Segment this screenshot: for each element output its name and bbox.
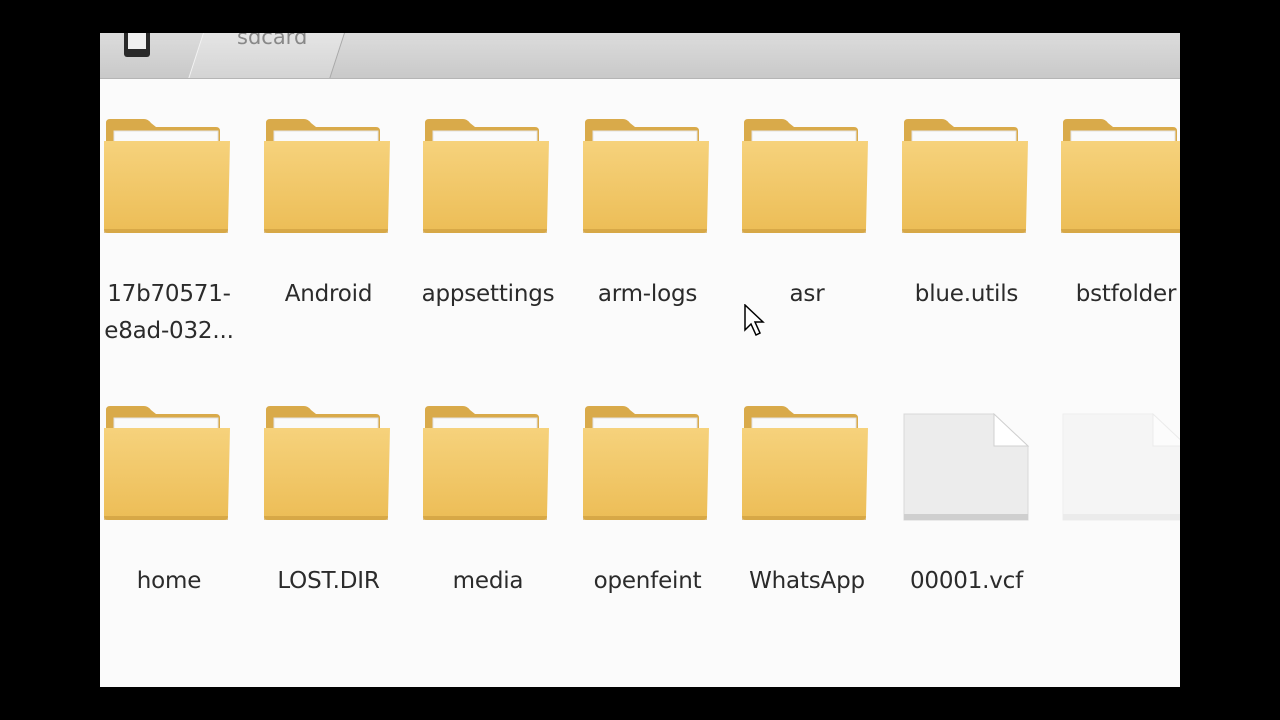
folder-icon	[263, 115, 394, 241]
folder-icon	[582, 115, 713, 241]
folder-icon	[742, 115, 872, 241]
breadcrumb-label: sdcard	[237, 33, 308, 49]
item-label: arm-logs	[597, 281, 698, 307]
item-label: WhatsApp	[749, 568, 865, 594]
item-label: bstfolder	[1075, 281, 1177, 307]
item-label: appsettings	[421, 281, 555, 307]
folder-item[interactable]: bstfolder	[1057, 113, 1180, 383]
folder-item[interactable]: media	[419, 400, 578, 670]
file-item[interactable]	[1057, 400, 1180, 670]
folder-item[interactable]: 17b70571- e8ad-032...	[100, 113, 259, 383]
folder-icon	[104, 115, 234, 241]
file-browser-screen: sdcard 17b70571- e8ad-032... Android app…	[100, 33, 1180, 687]
folder-item[interactable]: LOST.DIR	[260, 400, 419, 670]
file-grid-row: home LOST.DIR media openfeint WhatsApp 0…	[100, 400, 1180, 680]
breadcrumb: sdcard	[100, 33, 1180, 79]
folder-icon	[423, 402, 553, 528]
item-label: 00001.vcf	[909, 568, 1024, 594]
phone-icon	[124, 33, 150, 57]
item-label: home	[136, 568, 202, 594]
item-label: media	[452, 568, 524, 594]
folder-icon	[423, 115, 553, 241]
item-label: openfeint	[593, 568, 702, 594]
file-item[interactable]: 00001.vcf	[898, 400, 1057, 670]
folder-icon	[1061, 115, 1180, 241]
folder-item[interactable]: asr	[738, 113, 897, 383]
folder-icon	[263, 402, 394, 528]
folder-icon	[582, 402, 713, 528]
mouse-cursor-icon	[744, 304, 765, 337]
item-label: LOST.DIR	[277, 568, 380, 594]
folder-item[interactable]: home	[100, 400, 259, 670]
device-root-button[interactable]	[100, 33, 180, 78]
item-label: Android	[284, 281, 373, 307]
folder-item[interactable]: Android	[260, 113, 419, 383]
file-grid-row: 17b70571- e8ad-032... Android appsetting…	[100, 113, 1180, 393]
item-label: blue.utils	[914, 281, 1019, 307]
file-icon	[902, 402, 1032, 528]
file-icon	[1061, 402, 1180, 528]
item-label: 17b70571- e8ad-032...	[104, 281, 234, 344]
folder-item[interactable]: blue.utils	[898, 113, 1057, 383]
folder-item[interactable]: openfeint	[579, 400, 738, 670]
folder-item[interactable]: WhatsApp	[738, 400, 897, 670]
folder-item[interactable]: arm-logs	[579, 113, 738, 383]
folder-icon	[104, 402, 234, 528]
folder-item[interactable]: appsettings	[419, 113, 578, 383]
folder-icon	[901, 115, 1032, 241]
folder-icon	[742, 402, 872, 528]
